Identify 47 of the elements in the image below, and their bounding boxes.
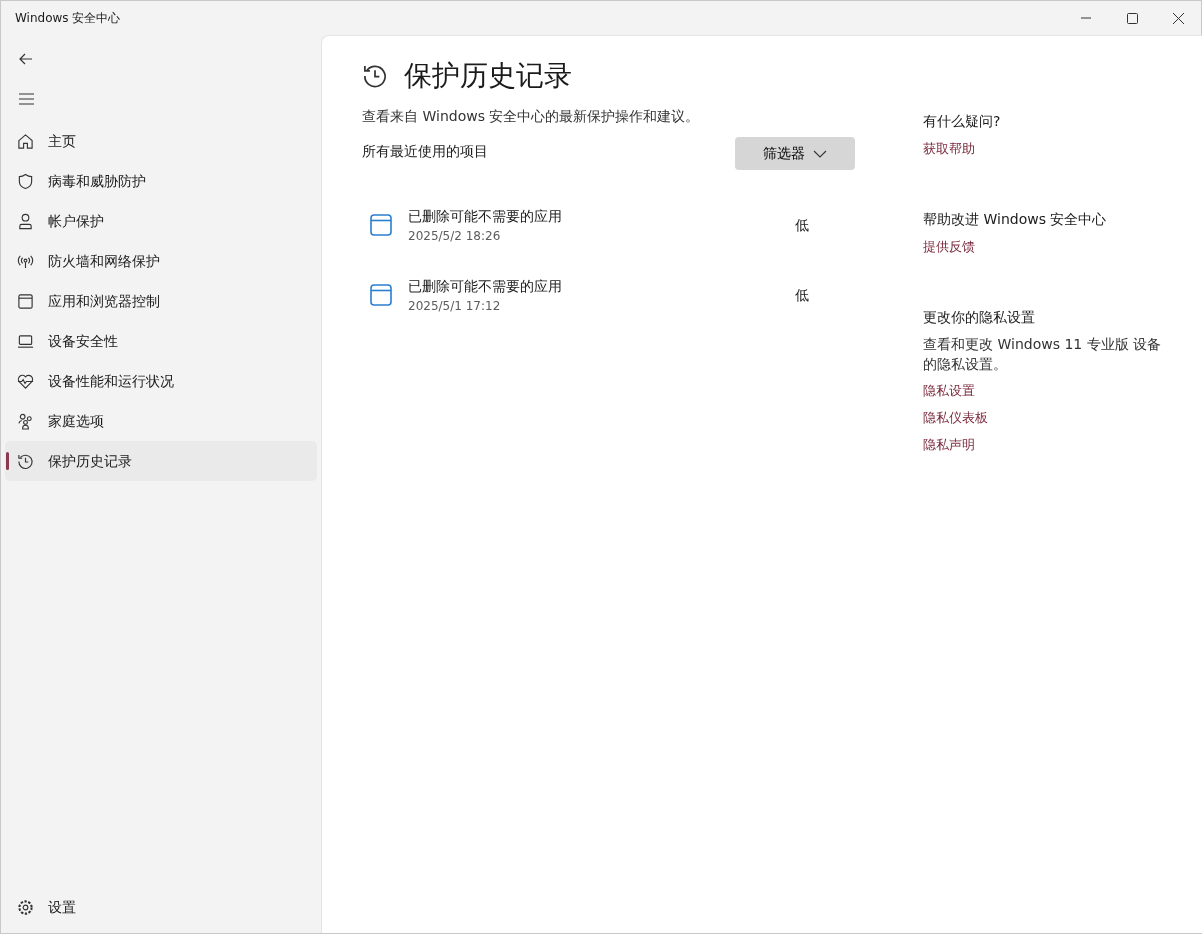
chevron-down-icon xyxy=(813,149,827,158)
entry-title[interactable]: 已删除可能不需要的应用 xyxy=(408,275,562,297)
window-title: Windows 安全中心 xyxy=(14,10,121,27)
app-window-icon xyxy=(370,214,392,236)
menu-icon xyxy=(18,93,34,105)
aside-link[interactable]: 隐私设置 xyxy=(923,381,975,401)
home-icon xyxy=(17,132,34,150)
app-window-icon xyxy=(370,284,392,306)
laptop-icon xyxy=(17,332,34,350)
severity-label: 低 xyxy=(795,285,810,305)
person-icon xyxy=(17,212,34,230)
nav-item[interactable]: 应用和浏览器控制 xyxy=(5,281,317,321)
aside-heading: 帮助改进 Windows 安全中心 xyxy=(923,210,1108,229)
settings-icon xyxy=(17,898,34,916)
close-icon xyxy=(1172,12,1184,24)
heart-pulse-icon xyxy=(17,372,34,390)
aside-link[interactable]: 隐私声明 xyxy=(923,435,975,455)
back-arrow-icon xyxy=(19,53,33,65)
entry-time: 2025/5/2 18:26 xyxy=(408,227,502,245)
nav-item[interactable]: 帐户保护 xyxy=(5,201,317,241)
family-icon xyxy=(17,412,34,430)
nav-item[interactable]: 病毒和威胁防护 xyxy=(5,161,317,201)
aside-text: 查看和更改 Windows 11 专业版 设备的隐私设置。 xyxy=(923,335,1163,374)
history-icon xyxy=(362,63,388,89)
entry-time: 2025/5/1 17:12 xyxy=(408,297,502,315)
history-icon xyxy=(17,452,34,470)
page-description: 查看来自 Windows 安全中心的最新保护操作和建议。 xyxy=(362,107,701,126)
settings-nav-item[interactable]: 设置 xyxy=(5,887,317,927)
aside-link[interactable]: 隐私仪表板 xyxy=(923,408,988,428)
filter-button[interactable]: 筛选器 xyxy=(735,137,855,170)
nav-item[interactable]: 设备性能和运行状况 xyxy=(5,361,317,401)
nav-item[interactable]: 家庭选项 xyxy=(5,401,317,441)
maximize-icon xyxy=(1126,12,1138,24)
shield-icon xyxy=(17,172,34,190)
aside-link[interactable]: 获取帮助 xyxy=(923,139,975,159)
aside-heading: 有什么疑问? xyxy=(923,112,1002,131)
severity-label: 低 xyxy=(795,215,810,235)
nav-item[interactable]: 主页 xyxy=(5,121,317,161)
aside-link[interactable]: 提供反馈 xyxy=(923,237,975,257)
entry-title[interactable]: 已删除可能不需要的应用 xyxy=(408,205,562,227)
nav-item[interactable]: 设备安全性 xyxy=(5,321,317,361)
window-icon xyxy=(17,292,34,310)
section-heading: 所有最近使用的项目 xyxy=(362,142,488,161)
nav-item[interactable]: 防火墙和网络保护 xyxy=(5,241,317,281)
aside-heading: 更改你的隐私设置 xyxy=(923,308,1036,327)
nav-item[interactable]: 保护历史记录 xyxy=(5,441,317,481)
page-title: 保护历史记录 xyxy=(404,58,572,94)
